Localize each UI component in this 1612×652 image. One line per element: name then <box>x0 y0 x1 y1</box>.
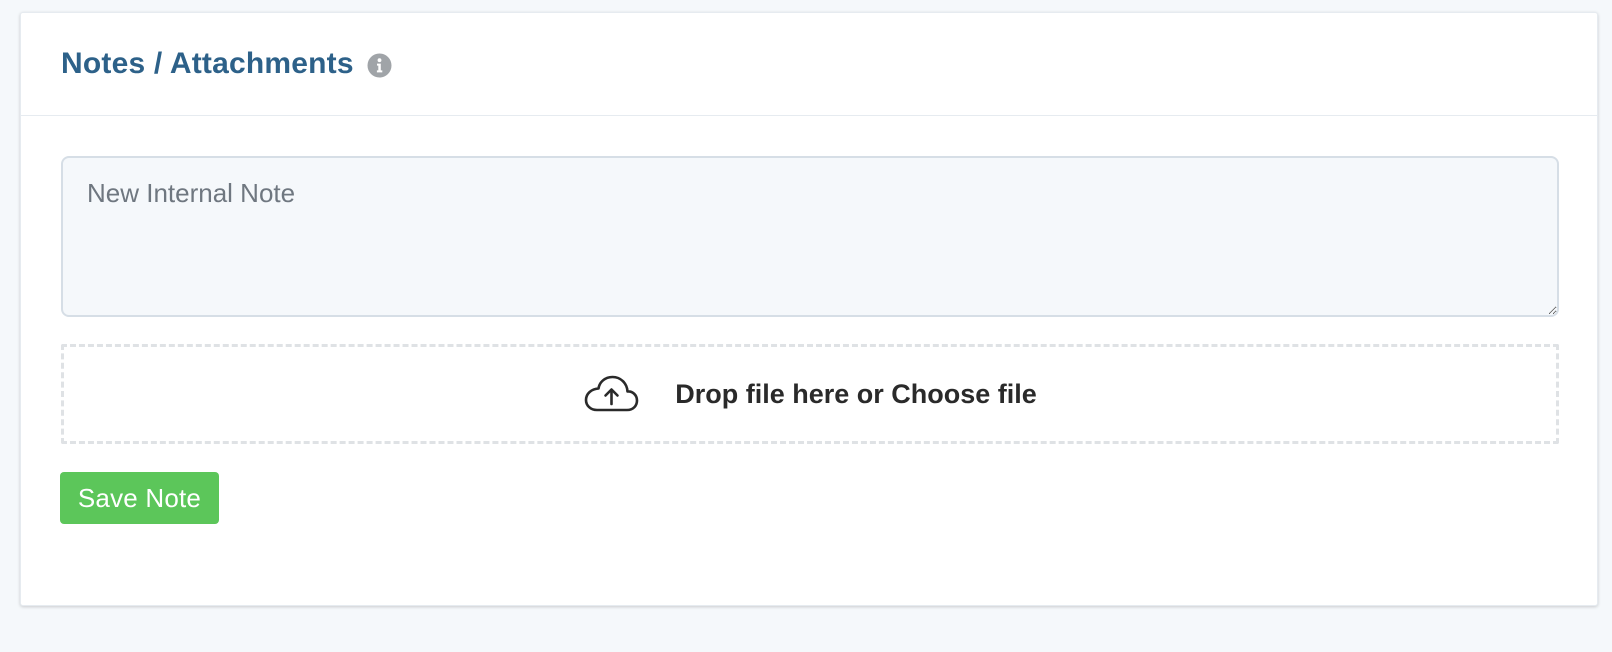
save-note-button[interactable]: Save Note <box>60 472 219 524</box>
notes-attachments-panel: Notes / Attachments Drop file here or Ch… <box>20 12 1598 606</box>
panel-header: Notes / Attachments <box>21 13 1597 116</box>
cloud-upload-icon <box>583 374 639 414</box>
panel-title: Notes / Attachments <box>61 47 354 80</box>
file-dropzone[interactable]: Drop file here or Choose file <box>61 344 1559 444</box>
dropzone-label: Drop file here or Choose file <box>675 378 1037 409</box>
info-icon[interactable] <box>367 53 392 78</box>
new-internal-note-textarea[interactable] <box>61 156 1559 317</box>
